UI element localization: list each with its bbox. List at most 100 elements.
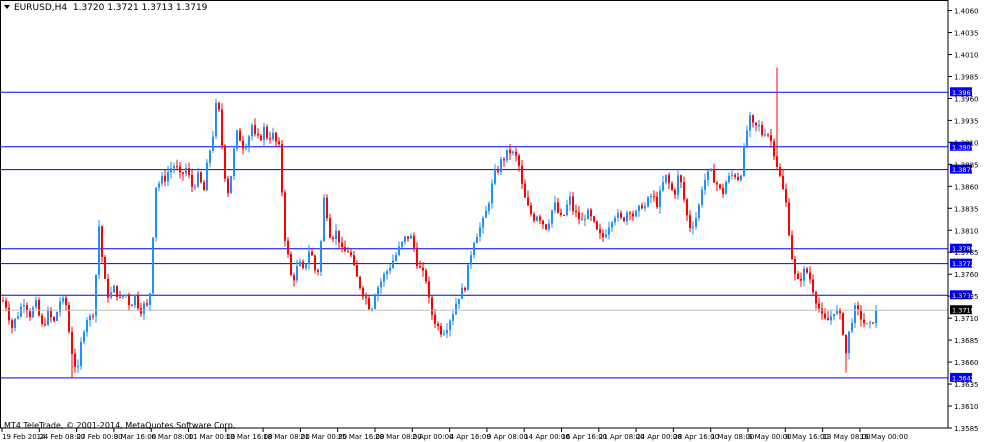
- bull-candle-body: [548, 223, 550, 230]
- bull-candle-body: [380, 281, 382, 288]
- bear-candle-body: [65, 297, 67, 306]
- bear-candle-body: [68, 305, 70, 332]
- bull-candle-body: [506, 149, 508, 161]
- bear-candle-body: [203, 182, 205, 191]
- bull-candle-body: [143, 303, 145, 314]
- bear-candle-body: [317, 270, 319, 272]
- bear-candle-body: [674, 189, 676, 195]
- bear-candle-body: [431, 297, 433, 315]
- bull-candle-body: [830, 316, 832, 321]
- bear-candle-body: [104, 256, 106, 279]
- bear-candle-body: [722, 188, 724, 195]
- bear-candle-body: [311, 251, 313, 256]
- bull-candle-body: [20, 306, 22, 317]
- bull-candle-body: [122, 295, 124, 298]
- bear-candle-body: [365, 296, 367, 299]
- bear-candle-body: [179, 166, 181, 173]
- bull-candle-body: [476, 236, 478, 244]
- bear-candle-body: [362, 287, 364, 297]
- bull-candle-body: [230, 176, 232, 194]
- bull-candle-body: [395, 254, 397, 261]
- bear-candle-body: [557, 202, 559, 213]
- bull-candle-body: [233, 148, 235, 177]
- bull-candle-body: [80, 341, 82, 366]
- bear-candle-body: [116, 285, 118, 298]
- price-chart[interactable]: 1.39671.39051.38791.37891.37721.37361.36…: [0, 0, 1000, 442]
- bear-candle-body: [593, 216, 595, 222]
- bear-candle-body: [326, 197, 328, 218]
- time-tick-label: 9 Apr 08:00: [487, 433, 528, 441]
- bear-candle-body: [824, 313, 826, 319]
- bear-candle-body: [809, 272, 811, 280]
- bear-candle-body: [329, 217, 331, 238]
- bear-candle-body: [221, 109, 223, 146]
- bull-candle-body: [377, 287, 379, 296]
- chart-frame: [0, 0, 949, 429]
- bull-candle-body: [701, 189, 703, 205]
- bear-candle-body: [257, 133, 259, 136]
- bull-candle-body: [455, 303, 457, 315]
- price-tick-label: 1.3810: [954, 227, 979, 235]
- bull-candle-body: [83, 331, 85, 342]
- bear-candle-body: [176, 166, 178, 168]
- bear-candle-body: [560, 212, 562, 215]
- bear-candle-body: [620, 212, 622, 218]
- bull-candle-body: [14, 318, 16, 328]
- bull-candle-body: [86, 320, 88, 332]
- bull-candle-body: [299, 261, 301, 267]
- bear-candle-body: [683, 182, 685, 200]
- bull-candle-body: [467, 264, 469, 291]
- bear-candle-body: [827, 318, 829, 321]
- bear-candle-body: [563, 214, 565, 216]
- bull-candle-body: [398, 246, 400, 255]
- bull-candle-body: [134, 294, 136, 306]
- bear-candle-body: [269, 138, 271, 140]
- bull-candle-body: [410, 235, 412, 239]
- bear-candle-body: [788, 202, 790, 236]
- mt4-chart-window[interactable]: 1.3967 1.3905 1.3879 1.3789 1.3772 1.3736 1.36…: [0, 0, 1000, 442]
- bear-candle-body: [530, 205, 532, 215]
- triangle-down-icon[interactable]: [4, 5, 10, 9]
- bear-candle-body: [5, 300, 7, 308]
- bull-candle-body: [851, 322, 853, 332]
- bear-candle-body: [338, 230, 340, 243]
- price-tick-label: 1.4060: [954, 8, 979, 16]
- bear-candle-body: [464, 287, 466, 291]
- price-tick-label: 1.3960: [954, 95, 979, 103]
- price-tick-label: 1.3785: [954, 249, 979, 257]
- bear-candle-body: [218, 102, 220, 110]
- bear-candle-body: [800, 278, 802, 281]
- bear-candle-body: [347, 251, 349, 253]
- bear-candle-body: [527, 197, 529, 206]
- bear-candle-body: [419, 266, 421, 268]
- bull-candle-body: [173, 166, 175, 169]
- bear-candle-body: [524, 183, 526, 198]
- bear-candle-body: [863, 319, 865, 324]
- bull-candle-body: [569, 196, 571, 205]
- bull-candle-body: [650, 196, 652, 198]
- bear-candle-body: [227, 178, 229, 194]
- bull-candle-body: [458, 298, 460, 304]
- bear-candle-body: [857, 305, 859, 310]
- bear-candle-body: [413, 235, 415, 248]
- bull-candle-body: [743, 146, 745, 176]
- bull-candle-body: [605, 234, 607, 238]
- bull-candle-body: [485, 210, 487, 218]
- bull-candle-body: [473, 243, 475, 256]
- bear-candle-body: [353, 255, 355, 266]
- bear-candle-body: [437, 323, 439, 326]
- bull-candle-body: [62, 297, 64, 302]
- bear-candle-body: [872, 322, 874, 324]
- bear-candle-body: [539, 216, 541, 221]
- bull-candle-body: [617, 212, 619, 218]
- bear-candle-body: [686, 199, 688, 216]
- bear-candle-body: [140, 308, 142, 314]
- bull-candle-body: [536, 216, 538, 221]
- bull-candle-body: [95, 274, 97, 316]
- bear-candle-body: [281, 144, 283, 193]
- candles-layer: [2, 67, 877, 378]
- bear-candle-body: [332, 237, 334, 239]
- price-tick-label: 1.3835: [954, 205, 979, 213]
- bear-candle-body: [2, 300, 4, 302]
- bear-candle-body: [599, 229, 601, 234]
